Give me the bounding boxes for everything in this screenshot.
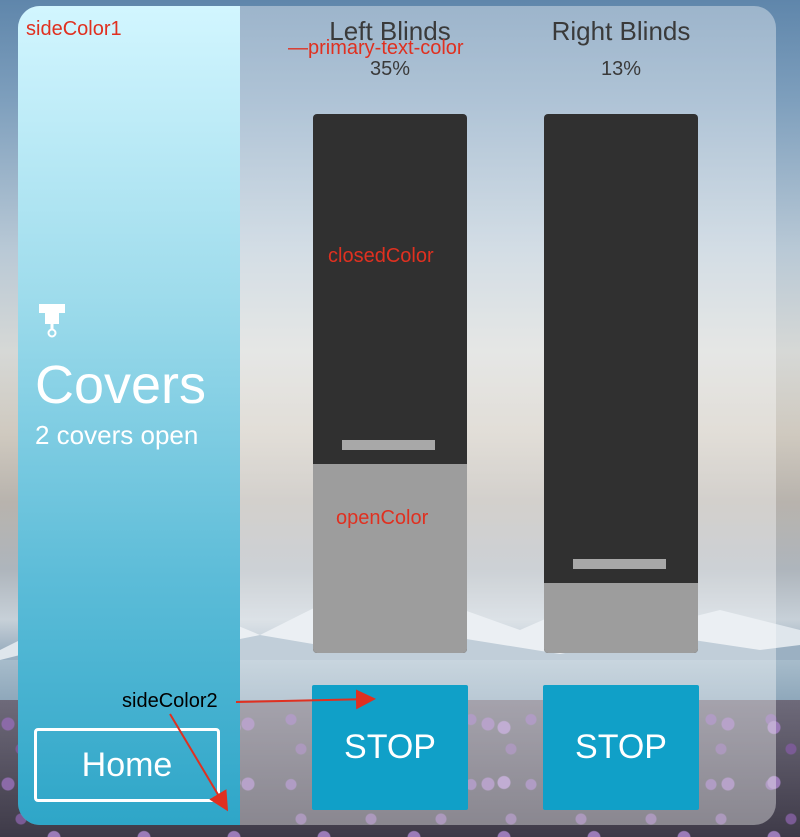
annotation-closed-color: closedColor: [328, 245, 434, 267]
cover-slider-right[interactable]: [544, 114, 698, 653]
home-button[interactable]: Home: [34, 728, 220, 802]
slider-open-part: [544, 583, 698, 653]
cover-title-right: Right Blinds: [551, 16, 691, 46]
cover-slider-left[interactable]: [313, 114, 467, 653]
annotation-open-color: openColor: [336, 507, 429, 529]
annotation-side-color-2: sideColor2: [122, 690, 218, 712]
stop-button-right[interactable]: STOP: [543, 685, 699, 810]
side-title: Covers: [35, 355, 207, 415]
annotation-primary-text-color: —primary-text-color: [288, 37, 464, 59]
cover-position-right: 13%: [600, 58, 642, 80]
slider-handle[interactable]: [573, 559, 666, 569]
slider-handle[interactable]: [342, 440, 435, 450]
side-subtitle: 2 covers open: [35, 420, 199, 450]
window-shade-icon: [38, 304, 66, 338]
slider-open-part: [313, 464, 467, 653]
stop-button-left[interactable]: STOP: [312, 685, 468, 810]
cover-position-left: 35%: [369, 58, 411, 80]
annotation-side-color-1: sideColor1: [26, 18, 122, 40]
